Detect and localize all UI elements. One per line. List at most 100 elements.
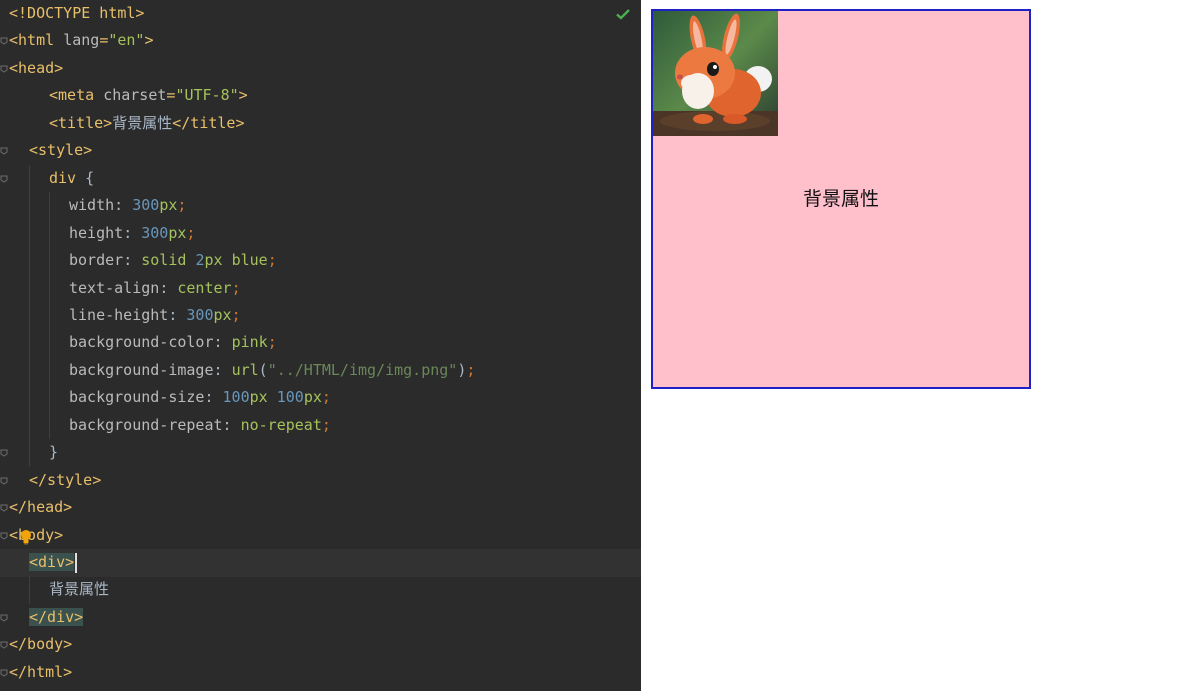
- code-token: 300: [186, 305, 214, 324]
- code-line[interactable]: width: 300px;: [0, 192, 641, 220]
- code-token: </title>: [172, 113, 245, 132]
- code-token: 100: [276, 388, 304, 407]
- code-token: background-image: [69, 360, 214, 379]
- code-token: <html: [9, 31, 64, 50]
- code-token: :: [213, 360, 232, 379]
- code-line[interactable]: <!DOCTYPE html>: [0, 0, 641, 28]
- code-token: ;: [177, 196, 187, 215]
- code-token: <style>: [29, 141, 93, 160]
- code-token: "en": [108, 31, 145, 50]
- code-token: background-color: [69, 333, 214, 352]
- code-line[interactable]: text-align: center;: [0, 275, 641, 303]
- indent-guide: [49, 192, 50, 440]
- code-text: 背景属性: [49, 576, 109, 604]
- code-token: border: [69, 251, 124, 270]
- code-text: <style>: [29, 137, 92, 165]
- code-token: <head>: [9, 58, 64, 77]
- rabbit-image: [653, 11, 778, 136]
- code-token: center: [177, 278, 232, 297]
- code-token: pink: [231, 333, 268, 352]
- code-line[interactable]: background-color: pink;: [0, 329, 641, 357]
- fold-marker-icon[interactable]: [0, 532, 8, 540]
- fold-marker-icon[interactable]: [0, 504, 8, 512]
- code-token: :: [168, 305, 187, 324]
- code-text: width: 300px;: [69, 192, 186, 220]
- code-token: "../HTML/img/img.png": [267, 360, 458, 379]
- code-token: {: [76, 168, 95, 187]
- code-text: text-align: center;: [69, 275, 241, 303]
- code-token: >: [144, 31, 154, 50]
- code-token: px: [303, 388, 322, 407]
- code-token: </div>: [29, 607, 84, 626]
- code-line[interactable]: </style>: [0, 467, 641, 495]
- code-token: url: [231, 360, 259, 379]
- fold-marker-icon[interactable]: [0, 641, 8, 649]
- code-text: </div>: [29, 604, 84, 632]
- code-line[interactable]: border: solid 2px blue;: [0, 247, 641, 275]
- fold-marker-icon[interactable]: [0, 449, 8, 457]
- code-line[interactable]: <div>: [0, 549, 641, 577]
- code-token: px: [168, 223, 187, 242]
- code-line[interactable]: height: 300px;: [0, 220, 641, 248]
- code-line[interactable]: </body>: [0, 631, 641, 659]
- code-token: px: [213, 305, 232, 324]
- indent-guide: [29, 164, 30, 467]
- fold-marker-icon[interactable]: [0, 175, 8, 183]
- code-text: </head>: [9, 494, 72, 522]
- fold-marker-icon[interactable]: [0, 614, 8, 622]
- fold-marker-icon[interactable]: [0, 65, 8, 73]
- code-line[interactable]: <meta charset="UTF-8">: [0, 82, 641, 110]
- code-token: ;: [231, 305, 241, 324]
- code-token: px: [249, 388, 277, 407]
- code-editor[interactable]: <!DOCTYPE html> <html lang="en"> <head> <me…: [0, 0, 641, 691]
- code-line[interactable]: <style>: [0, 137, 641, 165]
- code-token: :: [123, 223, 142, 242]
- code-line[interactable]: <html lang="en">: [0, 27, 641, 55]
- fold-marker-icon[interactable]: [0, 669, 8, 677]
- code-line[interactable]: line-height: 300px;: [0, 302, 641, 330]
- code-token: <title>: [49, 113, 113, 132]
- checkmark-icon: [615, 6, 631, 22]
- code-text: background-image: url("../HTML/img/img.p…: [69, 357, 475, 385]
- code-line[interactable]: <body>: [0, 522, 641, 550]
- code-line[interactable]: background-size: 100px 100px;: [0, 384, 641, 412]
- fold-marker-icon[interactable]: [0, 37, 8, 46]
- code-token: "UTF-8": [175, 86, 239, 105]
- code-line[interactable]: </div>: [0, 604, 641, 632]
- code-token: <body>: [9, 525, 64, 544]
- lightbulb-icon[interactable]: [19, 529, 33, 545]
- code-token: <!DOCTYPE html>: [9, 4, 145, 22]
- code-line[interactable]: background-repeat: no-repeat;: [0, 412, 641, 440]
- code-token: 背景属性: [49, 580, 110, 599]
- code-line[interactable]: <title>背景属性</title>: [0, 110, 641, 138]
- code-line[interactable]: <head>: [0, 55, 641, 83]
- code-line[interactable]: div {: [0, 165, 641, 193]
- code-token: px: [159, 196, 178, 215]
- code-token: </html>: [9, 662, 73, 681]
- code-token: :: [114, 196, 133, 215]
- fold-marker-icon[interactable]: [0, 147, 8, 155]
- code-line[interactable]: </head>: [0, 494, 641, 522]
- code-line[interactable]: </html>: [0, 659, 641, 687]
- code-token: blue: [231, 251, 268, 270]
- code-token: }: [49, 443, 59, 462]
- code-token: line-height: [69, 305, 169, 324]
- code-text: <head>: [9, 55, 63, 83]
- code-line[interactable]: background-image: url("../HTML/img/img.p…: [0, 357, 641, 385]
- code-token: :: [159, 278, 178, 297]
- fold-marker-icon[interactable]: [0, 477, 8, 485]
- code-token: 300: [141, 223, 169, 242]
- code-token: 背景属性: [112, 113, 173, 132]
- code-token: ;: [231, 278, 241, 297]
- code-token: ;: [466, 360, 476, 379]
- code-text: <!DOCTYPE html>: [9, 0, 144, 28]
- code-line[interactable]: }: [0, 439, 641, 467]
- code-token: </style>: [29, 470, 102, 489]
- code-text: border: solid 2px blue;: [69, 247, 277, 275]
- code-token: :: [213, 333, 232, 352]
- code-line[interactable]: 背景属性: [0, 576, 641, 604]
- code-text: </body>: [9, 631, 72, 659]
- code-token: =: [99, 31, 109, 50]
- code-token: no-repeat: [240, 415, 322, 434]
- code-text: <meta charset="UTF-8">: [49, 82, 248, 110]
